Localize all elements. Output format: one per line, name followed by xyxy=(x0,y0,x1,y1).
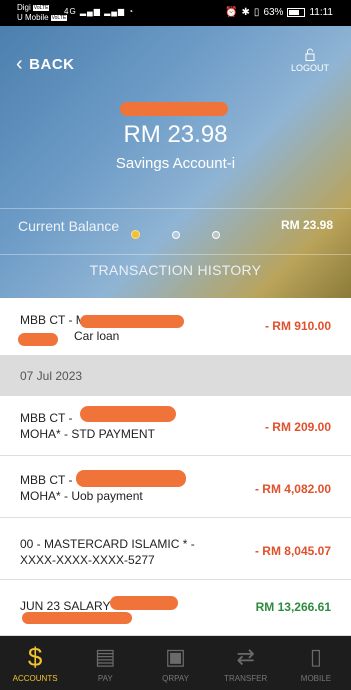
transaction-row[interactable]: JUN 23 SALARY - RM 13,266.61 xyxy=(0,580,351,636)
account-number-redacted xyxy=(120,102,228,116)
tab-qrpay[interactable]: ▣ QRPAY xyxy=(140,636,210,690)
chevron-left-icon: ‹ xyxy=(16,53,24,75)
bottom-tab-bar: $ ACCOUNTS ▤ PAY ▣ QRPAY ⇄ TRANSFER ▯ MO… xyxy=(0,636,351,690)
carrier-1: Digi xyxy=(17,3,31,12)
tab-accounts[interactable]: $ ACCOUNTS xyxy=(0,636,70,690)
bluetooth-icon: ✱ xyxy=(241,7,250,18)
transaction-line2: XXXX-XXXX-XXXX-5277 xyxy=(20,553,155,567)
carrier-2: U Mobile xyxy=(17,13,49,22)
date-header: 07 Jul 2023 xyxy=(0,356,351,396)
carousel-dot[interactable] xyxy=(172,231,180,239)
transaction-amount: - RM 209.00 xyxy=(264,420,331,434)
redacted-text xyxy=(80,315,184,328)
transaction-amount: - RM 8,045.07 xyxy=(254,544,331,558)
redacted-text xyxy=(80,406,176,422)
carousel-dot[interactable] xyxy=(131,230,140,239)
tab-label: ACCOUNTS xyxy=(12,674,58,683)
volte-badge: VoLTE xyxy=(32,4,50,11)
account-balance: RM 23.98 xyxy=(123,121,228,148)
transaction-row[interactable]: MBB CT - MOHA* - Uob payment - RM 4,082.… xyxy=(0,456,351,518)
transaction-line2: MOHA* - STD PAYMENT xyxy=(20,427,155,441)
redacted-text xyxy=(76,470,186,487)
transaction-row[interactable]: MBB CT - MOHA* - STD PAYMENT - RM 209.00 xyxy=(0,396,351,456)
transaction-history-title: TRANSACTION HISTORY xyxy=(89,262,262,278)
vibrate-icon: ▯ xyxy=(253,7,260,18)
transaction-row[interactable]: MBB CT - M Car loan - RM 910.00 xyxy=(0,298,351,356)
transaction-line2: MOHA* - Uob payment xyxy=(20,489,143,503)
redacted-text xyxy=(110,596,178,610)
tab-label: PAY xyxy=(97,674,113,683)
tab-pay[interactable]: ▤ PAY xyxy=(70,636,140,690)
dollar-icon: $ xyxy=(27,642,43,672)
status-right: ⏰ ✱ ▯ 63% 11:11 xyxy=(225,7,333,18)
battery-icon xyxy=(287,8,306,17)
tab-label: QRPAY xyxy=(162,674,189,683)
transaction-line1: 00 - MASTERCARD ISLAMIC * - xyxy=(20,537,195,551)
logout-button[interactable]: LOGOUT xyxy=(291,48,329,73)
back-label: BACK xyxy=(29,56,75,73)
qr-icon: ▣ xyxy=(165,644,186,669)
divider xyxy=(0,208,351,209)
battery-percent: 63% xyxy=(263,7,284,18)
tab-label: MOBILE xyxy=(300,674,332,683)
transfer-icon: ⇄ xyxy=(236,644,255,669)
mobile-icon: ▯ xyxy=(309,644,322,669)
alarm-icon: ⏰ xyxy=(225,7,238,18)
current-balance-value: RM 23.98 xyxy=(280,218,333,232)
tab-transfer[interactable]: ⇄ TRANSFER xyxy=(211,636,281,690)
carrier-info: Digi VoLTE U Mobile VoLTE xyxy=(17,3,68,23)
transaction-description: 00 - MASTERCARD ISLAMIC * - XXXX-XXXX-XX… xyxy=(20,536,195,568)
transaction-amount: - RM 910.00 xyxy=(264,319,331,333)
account-header: ‹ BACK LOGOUT RM 23.98 Savings Account-i… xyxy=(0,26,351,298)
redacted-text xyxy=(18,333,58,346)
divider xyxy=(0,254,351,255)
transaction-amount: - RM 4,082.00 xyxy=(254,482,331,496)
tab-mobile[interactable]: ▯ MOBILE xyxy=(281,636,351,690)
account-type: Savings Account-i xyxy=(115,155,236,172)
back-button[interactable]: ‹ BACK xyxy=(16,53,75,75)
transaction-row[interactable]: 00 - MASTERCARD ISLAMIC * - XXXX-XXXX-XX… xyxy=(0,518,351,580)
carousel-dot[interactable] xyxy=(212,231,220,239)
logout-label: LOGOUT xyxy=(290,63,329,73)
lock-icon xyxy=(305,48,315,61)
bill-icon: ▤ xyxy=(94,644,116,669)
status-bar: Digi VoLTE U Mobile VoLTE 4G ▂▄▆ ▂▄▆ ◔ ⏰ ✱… xyxy=(0,0,351,26)
transaction-amount: RM 13,266.61 xyxy=(255,600,331,614)
network-type: 4G xyxy=(64,7,77,16)
clock: 11:11 xyxy=(309,7,333,18)
current-balance-label: Current Balance xyxy=(18,218,120,234)
signal-icon: 4G ▂▄▆ ▂▄▆ ◔ xyxy=(64,7,135,16)
tab-label: TRANSFER xyxy=(224,674,268,683)
redacted-text xyxy=(22,612,132,624)
